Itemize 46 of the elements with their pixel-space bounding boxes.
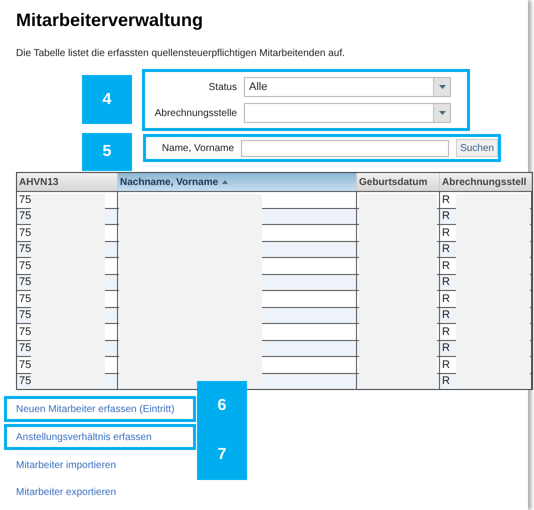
action-link[interactable]: Anstellungsverhältnis erfassen — [4, 424, 196, 450]
search-label: Name, Vorname — [160, 142, 234, 156]
table-cell-text: R — [442, 258, 450, 274]
table-cell-text: 75 — [19, 324, 32, 340]
table-cell-text: R — [442, 226, 450, 240]
column-header[interactable]: AHVN13 — [17, 173, 118, 191]
filter-label: Abrechnungsstelle — [154, 106, 237, 120]
table-cell-text: R — [442, 292, 450, 306]
table-cell-text: 75 — [19, 209, 32, 224]
table-cell-text: 75 — [19, 258, 32, 274]
dropdown[interactable]: Alle — [244, 77, 451, 97]
table-cell-text: 75 — [19, 292, 32, 306]
table-cell-text: R — [442, 192, 450, 208]
dropdown[interactable] — [244, 103, 451, 123]
callout-marker: 6 — [197, 381, 247, 430]
description: Die Tabelle listet die erfassten quellensteuerpflichtigen Mitarbeitenden auf. — [16, 47, 346, 61]
table-cell-text: R — [442, 324, 450, 340]
action-link[interactable]: Mitarbeiter exportieren — [4, 479, 196, 505]
column-header[interactable]: Abrechnungsstell — [440, 173, 532, 191]
table-cell-text: R — [442, 358, 450, 372]
filter-label: Status — [208, 80, 237, 94]
page-title: Mitarbeiterverwaltung — [16, 9, 204, 32]
table-cell-text: R — [442, 242, 450, 257]
table-cell-text: R — [442, 209, 450, 224]
callout-marker: 7 — [197, 430, 247, 480]
table-cell-text: 75 — [19, 341, 32, 356]
search-field[interactable] — [241, 140, 450, 156]
table-cell-text: 75 — [19, 192, 32, 208]
table-cell-text: 75 — [19, 308, 32, 323]
table-cell-text: 75 — [19, 226, 32, 240]
column-header[interactable]: Geburtsdatum — [357, 173, 440, 191]
action-link[interactable]: Neuen Mitarbeiter erfassen (Eintritt) — [4, 396, 196, 422]
table-cell-text: R — [442, 374, 450, 389]
action-link[interactable]: Mitarbeiter importieren — [4, 452, 196, 478]
callout-marker: 4 — [82, 75, 132, 124]
table-cell-text: R — [442, 308, 450, 323]
table-cell-text: 75 — [19, 242, 32, 257]
table-cell-text: R — [442, 341, 450, 356]
callout-marker: 5 — [82, 133, 132, 171]
table-cell-text: 75 — [19, 358, 32, 372]
column-header[interactable]: Nachname, Vorname — [118, 173, 357, 191]
sort-ascending-icon — [222, 180, 228, 184]
search-button[interactable]: Suchen — [456, 139, 498, 157]
table-cell-text: 75 — [19, 275, 32, 290]
table-cell-text: 75 — [19, 374, 32, 389]
table-cell-text: R — [442, 275, 450, 290]
